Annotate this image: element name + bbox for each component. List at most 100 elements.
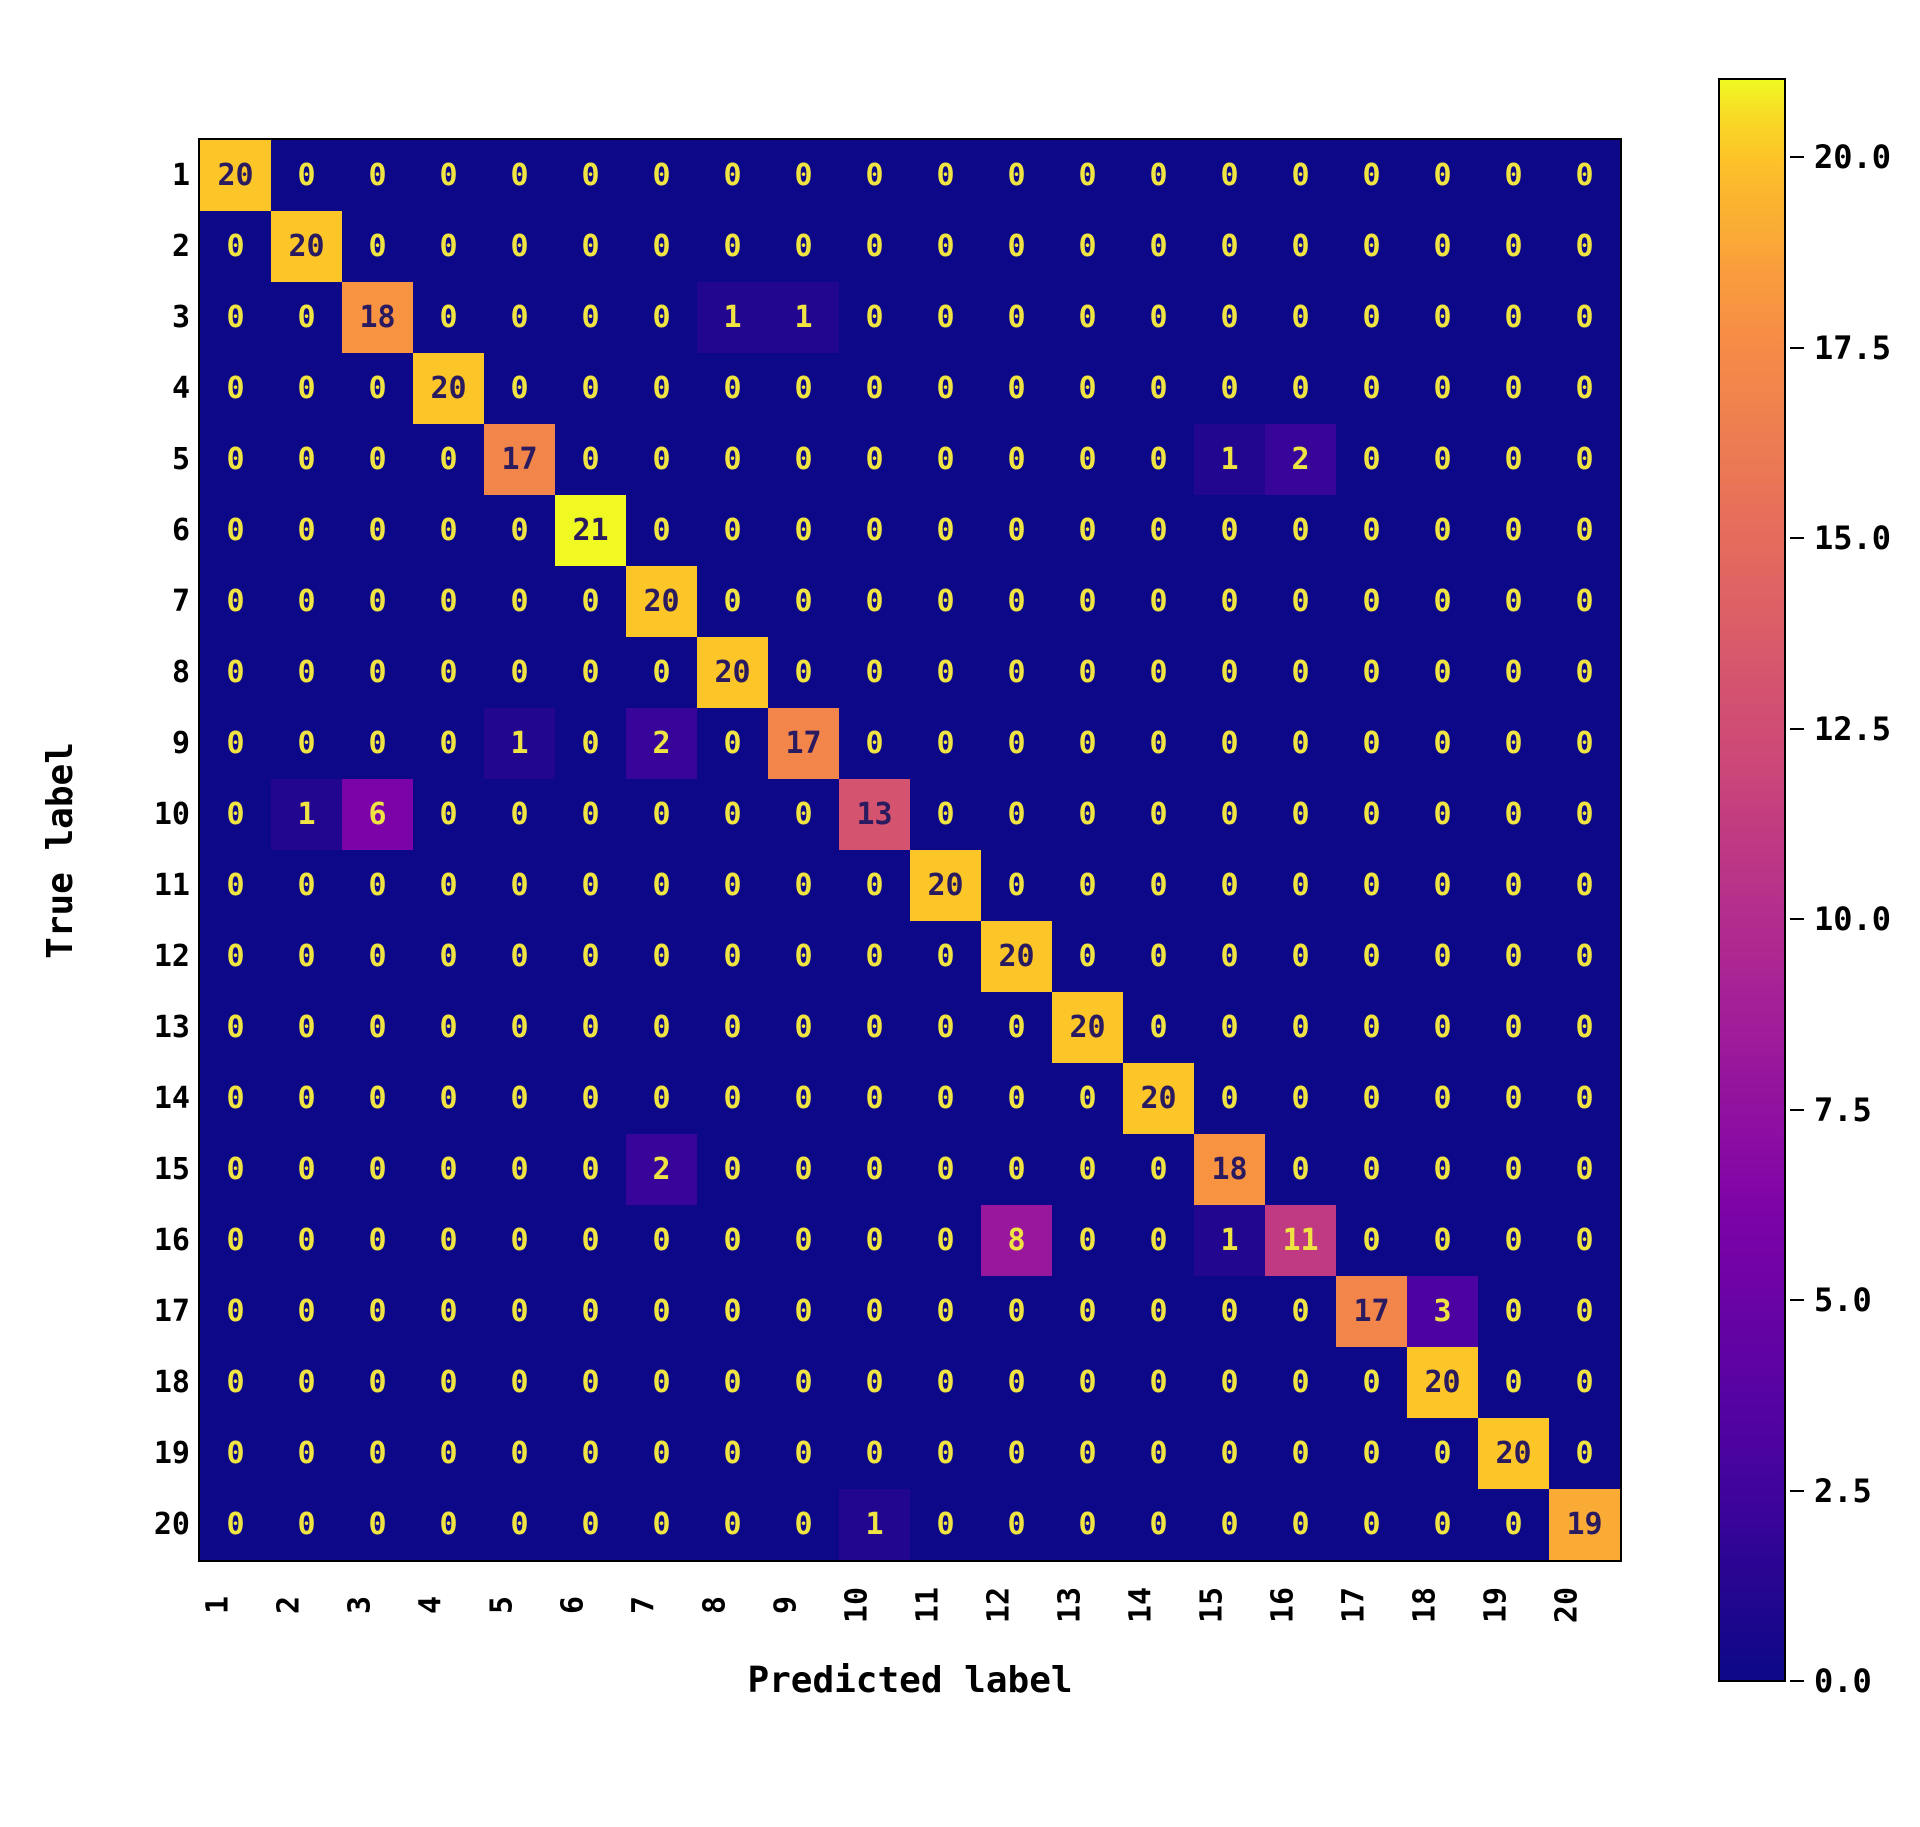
colorbar-tick: 5.0 (1790, 1281, 1872, 1319)
y-tick: 20 (120, 1489, 190, 1560)
heatmap-cell: 0 (1194, 140, 1265, 211)
heatmap-cell: 0 (413, 1134, 484, 1205)
heatmap-cell: 0 (484, 1063, 555, 1134)
heatmap-cell: 0 (1407, 1418, 1478, 1489)
heatmap-cell: 0 (413, 637, 484, 708)
heatmap-cell: 0 (910, 637, 981, 708)
x-tick: 15 (1195, 1570, 1265, 1641)
heatmap-cell: 0 (839, 1276, 910, 1347)
heatmap-cell: 0 (555, 850, 626, 921)
heatmap-cell: 0 (200, 1205, 271, 1276)
y-tick: 4 (120, 353, 190, 424)
heatmap-cell: 0 (413, 921, 484, 992)
heatmap-cell: 0 (981, 1063, 1052, 1134)
heatmap-cell: 0 (1194, 1276, 1265, 1347)
heatmap-cell: 0 (910, 424, 981, 495)
heatmap-cell: 0 (839, 211, 910, 282)
heatmap-cell: 0 (1407, 140, 1478, 211)
heatmap-cell: 0 (697, 211, 768, 282)
heatmap-cell: 0 (555, 1134, 626, 1205)
heatmap-cell: 0 (839, 353, 910, 424)
heatmap-cell: 0 (981, 140, 1052, 211)
heatmap-cell: 0 (555, 921, 626, 992)
heatmap-cell: 0 (1336, 566, 1407, 637)
heatmap-cell: 0 (1336, 1418, 1407, 1489)
heatmap-cell: 0 (768, 921, 839, 992)
heatmap-cell: 0 (1407, 424, 1478, 495)
heatmap-cell: 0 (768, 637, 839, 708)
heatmap-cell: 0 (1194, 637, 1265, 708)
heatmap-cell: 0 (839, 1418, 910, 1489)
heatmap-cell: 1 (484, 708, 555, 779)
heatmap-cell: 0 (981, 637, 1052, 708)
heatmap-cell: 0 (768, 424, 839, 495)
heatmap-cell: 0 (839, 424, 910, 495)
heatmap-cell: 1 (271, 779, 342, 850)
heatmap-cell: 0 (626, 140, 697, 211)
heatmap-cell: 0 (200, 1134, 271, 1205)
heatmap-cell: 0 (1478, 495, 1549, 566)
heatmap-cell: 20 (1123, 1063, 1194, 1134)
heatmap-cell: 0 (1123, 779, 1194, 850)
heatmap-cell: 0 (981, 779, 1052, 850)
heatmap-cell: 0 (1052, 1205, 1123, 1276)
heatmap-cell: 0 (342, 1063, 413, 1134)
heatmap-cell: 0 (1407, 211, 1478, 282)
heatmap-cell: 0 (910, 566, 981, 637)
heatmap-cell: 2 (626, 1134, 697, 1205)
heatmap-cell: 0 (555, 779, 626, 850)
heatmap-cell: 0 (697, 708, 768, 779)
heatmap-cell: 0 (1052, 779, 1123, 850)
heatmap-cell: 0 (1123, 992, 1194, 1063)
y-tick: 3 (120, 282, 190, 353)
heatmap-cell: 0 (342, 211, 413, 282)
y-tick: 5 (120, 424, 190, 495)
heatmap-cell: 0 (200, 1418, 271, 1489)
heatmap-cell: 0 (555, 1276, 626, 1347)
heatmap-cell: 0 (271, 566, 342, 637)
heatmap-cell: 0 (981, 282, 1052, 353)
heatmap-cell: 0 (768, 1347, 839, 1418)
heatmap-cell: 0 (1265, 1489, 1336, 1560)
heatmap-cell: 0 (768, 1489, 839, 1560)
heatmap-cell: 0 (555, 424, 626, 495)
heatmap-cell: 0 (839, 566, 910, 637)
heatmap-cell: 0 (1478, 1276, 1549, 1347)
heatmap-cell: 0 (271, 1347, 342, 1418)
heatmap-cell: 0 (200, 1347, 271, 1418)
heatmap-cell: 0 (1123, 1489, 1194, 1560)
heatmap-cell: 0 (200, 1063, 271, 1134)
heatmap-cell: 0 (1549, 779, 1620, 850)
heatmap-cell: 0 (1052, 1276, 1123, 1347)
heatmap-cell: 0 (1265, 1418, 1336, 1489)
heatmap-cell: 0 (1052, 1418, 1123, 1489)
heatmap-cell: 0 (1052, 921, 1123, 992)
heatmap-cell: 0 (1194, 1489, 1265, 1560)
heatmap-cell: 0 (1194, 353, 1265, 424)
heatmap-cell: 0 (484, 1134, 555, 1205)
heatmap-cell: 0 (413, 282, 484, 353)
x-tick: 8 (698, 1570, 768, 1641)
colorbar-tick: 10.0 (1790, 900, 1891, 938)
heatmap-cell: 0 (1478, 850, 1549, 921)
heatmap-cell: 0 (1478, 708, 1549, 779)
heatmap-cell: 20 (1407, 1347, 1478, 1418)
heatmap-cell: 0 (1194, 1347, 1265, 1418)
heatmap-cell: 0 (555, 211, 626, 282)
heatmap-cell: 0 (1194, 850, 1265, 921)
heatmap-cell: 0 (981, 1347, 1052, 1418)
heatmap-cell: 0 (626, 495, 697, 566)
y-axis-label: True label (40, 140, 80, 1560)
heatmap-cell: 0 (555, 353, 626, 424)
heatmap-cell: 0 (910, 1276, 981, 1347)
heatmap-cell: 0 (839, 637, 910, 708)
heatmap-cell: 0 (200, 921, 271, 992)
heatmap-cell: 0 (1123, 566, 1194, 637)
heatmap-cell: 0 (1549, 921, 1620, 992)
heatmap-cell: 0 (1549, 1063, 1620, 1134)
heatmap-cell: 0 (200, 1489, 271, 1560)
heatmap-cell: 1 (839, 1489, 910, 1560)
heatmap-cell: 0 (555, 1489, 626, 1560)
heatmap-cell: 0 (1123, 282, 1194, 353)
heatmap-cell: 0 (484, 566, 555, 637)
